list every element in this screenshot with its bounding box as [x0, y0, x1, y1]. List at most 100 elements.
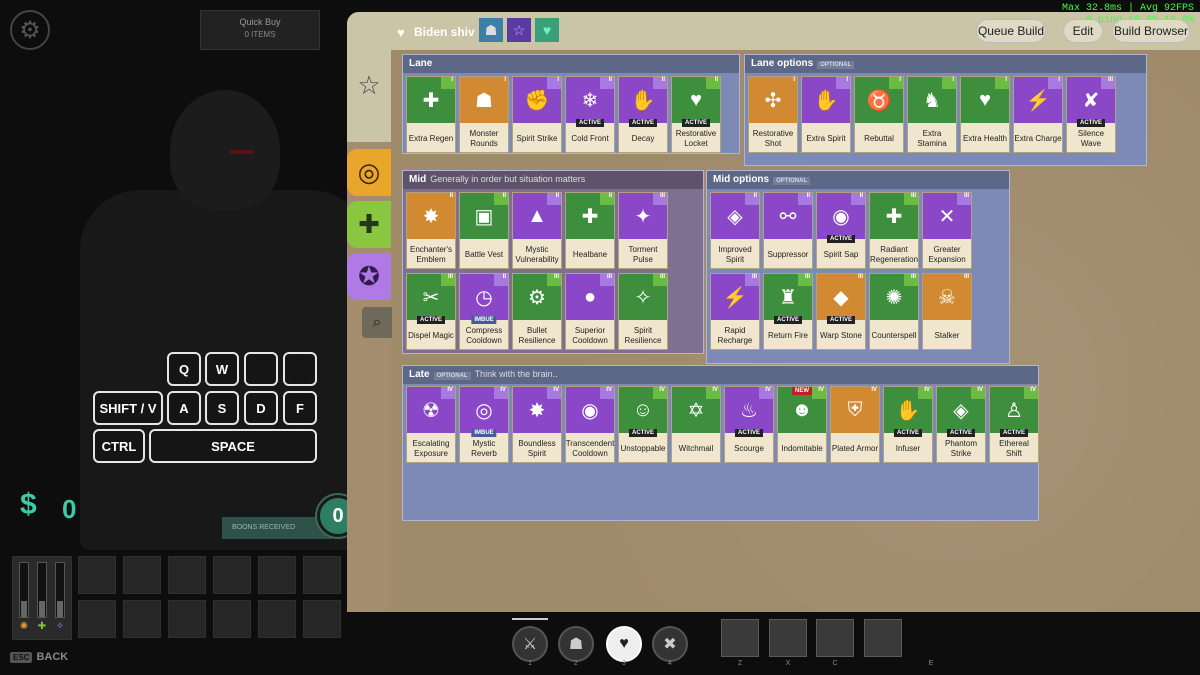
item-card-counterspell[interactable]: ✺ III Counterspell: [869, 273, 919, 350]
hero-silhouette: [40, 80, 370, 550]
section-late-header: Late OPTIONAL Think with the brain..: [403, 366, 1038, 384]
active-item-slot[interactable]: [769, 619, 807, 657]
item-card-spirit-resilience[interactable]: ✧ III Spirit Resilience: [618, 273, 668, 350]
item-card-ethereal-shift[interactable]: ♙ IV ACTIVE Ethereal Shift: [989, 386, 1039, 463]
souls-icon: $: [20, 488, 37, 521]
item-card-torment-pulse[interactable]: ✦ III Torment Pulse: [618, 192, 668, 269]
item-card-indomitable[interactable]: ☻ IV NEW Indomitable: [777, 386, 827, 463]
quick-buy-title: Quick Buy: [239, 17, 281, 27]
spirit-tab-pentagram-icon[interactable]: ✪: [347, 253, 391, 300]
item-tier: III: [653, 274, 667, 286]
item-card-stalker[interactable]: ☠ III Stalker: [922, 273, 972, 350]
item-tier: I: [441, 77, 455, 89]
item-card-infuser[interactable]: ✋ IV ACTIVE Infuser: [883, 386, 933, 463]
item-card-spirit-sap[interactable]: ◉ II ACTIVE Spirit Sap: [816, 192, 866, 269]
active-item-slot[interactable]: [864, 619, 902, 657]
hero-head-silhouette: [170, 90, 280, 210]
item-card-extra-spirit[interactable]: ✋ I Extra Spirit: [801, 76, 851, 153]
item-card-scourge[interactable]: ♨ IV ACTIVE Scourge: [724, 386, 774, 463]
item-card-radiant-regeneration[interactable]: ✚ III Radiant Regeneration: [869, 192, 919, 269]
vitality-tab-cross-icon[interactable]: ✚: [347, 201, 391, 248]
weapon-tab-crosshair-icon[interactable]: ◎: [347, 149, 391, 196]
item-card-dispel-magic[interactable]: ✂ III ACTIVE Dispel Magic: [406, 273, 456, 350]
item-card-cold-front[interactable]: ❄ II ACTIVE Cold Front: [565, 76, 615, 153]
item-card-enchanter-s-emblem[interactable]: ✸ II Enchanter's Emblem: [406, 192, 456, 269]
item-label: Plated Armor: [831, 444, 879, 453]
inventory-slot[interactable]: [258, 556, 296, 594]
build-browser-button[interactable]: Build Browser: [1112, 19, 1190, 43]
item-card-silence-wave[interactable]: ✘ III ACTIVE Silence Wave: [1066, 76, 1116, 153]
item-label: Ethereal Shift: [999, 439, 1029, 458]
active-item-slot[interactable]: [721, 619, 759, 657]
spirit-meter: [55, 562, 65, 618]
item-card-healbane[interactable]: ✚ II Healbane: [565, 192, 615, 269]
item-card-phantom-strike[interactable]: ◈ IV ACTIVE Phantom Strike: [936, 386, 986, 463]
item-tier: IV: [547, 387, 561, 399]
quick-buy-count: 0 ITEMS: [244, 30, 276, 39]
item-card-witchmail[interactable]: ✡ IV Witchmail: [671, 386, 721, 463]
inventory-slot[interactable]: [168, 556, 206, 594]
section-mid-header: Mid Generally in order but situation matt…: [403, 171, 703, 189]
item-card-battle-vest[interactable]: ▣ II Battle Vest: [459, 192, 509, 269]
inventory-slot[interactable]: [78, 556, 116, 594]
item-card-extra-stamina[interactable]: ♞ I Extra Stamina: [907, 76, 957, 153]
item-card-mystic-reverb[interactable]: ◎ IV IMBUE Mystic Reverb: [459, 386, 509, 463]
item-card-mystic-vulnerability[interactable]: ▲ II Mystic Vulnerability: [512, 192, 562, 269]
item-tier: III: [1101, 77, 1115, 89]
item-card-greater-expansion[interactable]: ✕ III Greater Expansion: [922, 192, 972, 269]
item-card-superior-cooldown[interactable]: ● III Superior Cooldown: [565, 273, 615, 350]
item-card-restorative-shot[interactable]: ✣ I Restorative Shot: [748, 76, 798, 153]
item-label: Spirit Strike: [516, 134, 558, 143]
item-card-extra-health[interactable]: ♥ I Extra Health: [960, 76, 1010, 153]
item-label: Mystic Reverb: [471, 439, 497, 458]
inventory-slot[interactable]: [123, 556, 161, 594]
item-card-extra-charge[interactable]: ⚡ I Extra Charge: [1013, 76, 1063, 153]
item-card-improved-spirit[interactable]: ◈ II Improved Spirit: [710, 192, 760, 269]
item-tier: II: [494, 193, 508, 205]
edit-button[interactable]: Edit: [1063, 19, 1103, 43]
key-w: W: [205, 352, 239, 386]
item-card-extra-regen[interactable]: ✚ I Extra Regen: [406, 76, 456, 153]
item-card-escalating-exposure[interactable]: ☢ IV Escalating Exposure: [406, 386, 456, 463]
item-card-unstoppable[interactable]: ☺ IV ACTIVE Unstoppable: [618, 386, 668, 463]
inventory-slot[interactable]: [213, 556, 251, 594]
item-card-spirit-strike[interactable]: ✊ I Spirit Strike: [512, 76, 562, 153]
item-tier: III: [798, 274, 812, 286]
active-item-slot[interactable]: [816, 619, 854, 657]
ability-3-icon[interactable]: ♥: [606, 626, 642, 662]
item-card-rebuttal[interactable]: ♉ I Rebuttal: [854, 76, 904, 153]
item-card-boundless-spirit[interactable]: ✸ IV Boundless Spirit: [512, 386, 562, 463]
quick-buy-panel[interactable]: Quick Buy 0 ITEMS: [200, 10, 320, 50]
ability-1-icon[interactable]: ⚔: [512, 626, 548, 662]
queue-build-button[interactable]: Queue Build: [976, 19, 1046, 43]
game-logo-icon[interactable]: ⚙: [10, 10, 50, 50]
item-card-decay[interactable]: ✋ II ACTIVE Decay: [618, 76, 668, 153]
item-card-plated-armor[interactable]: ⛨ IV Plated Armor: [830, 386, 880, 463]
item-tier: I: [942, 77, 956, 89]
item-card-rapid-recharge[interactable]: ⚡ III Rapid Recharge: [710, 273, 760, 350]
item-label: Spirit Resilience: [624, 326, 662, 345]
item-card-monster-rounds[interactable]: ☗ I Monster Rounds: [459, 76, 509, 153]
heart-icon[interactable]: ♥: [397, 25, 405, 40]
item-card-suppressor[interactable]: ⚯ II Suppressor: [763, 192, 813, 269]
search-icon[interactable]: ⌕: [362, 307, 392, 338]
item-card-return-fire[interactable]: ♜ III ACTIVE Return Fire: [763, 273, 813, 350]
item-tier: I: [836, 77, 850, 89]
inventory-slot[interactable]: [303, 556, 341, 594]
item-label: Radiant Regeneration: [869, 245, 919, 264]
favorites-tab-star-icon[interactable]: ☆: [347, 60, 391, 110]
item-card-restorative-locket[interactable]: ♥ II ACTIVE Restorative Locket: [671, 76, 721, 153]
item-tier: IV: [1024, 387, 1038, 399]
ability-2-icon[interactable]: ☗: [558, 626, 594, 662]
item-card-warp-stone[interactable]: ◆ III ACTIVE Warp Stone: [816, 273, 866, 350]
key-d: D: [244, 391, 278, 425]
section-mid-options-header: Mid options OPTIONAL: [707, 171, 1009, 189]
item-label: Infuser: [895, 444, 921, 453]
item-label: Extra Stamina: [917, 129, 947, 148]
ability-4-icon[interactable]: ✖: [652, 626, 688, 662]
item-card-bullet-resilience[interactable]: ⚙ III Bullet Resilience: [512, 273, 562, 350]
active-ability-indicator: [512, 618, 548, 620]
item-tier: IV: [600, 387, 614, 399]
item-card-transcendent-cooldown[interactable]: ◉ IV Transcendent Cooldown: [565, 386, 615, 463]
item-card-compress-cooldown[interactable]: ◷ II IMBUE Compress Cooldown: [459, 273, 509, 350]
